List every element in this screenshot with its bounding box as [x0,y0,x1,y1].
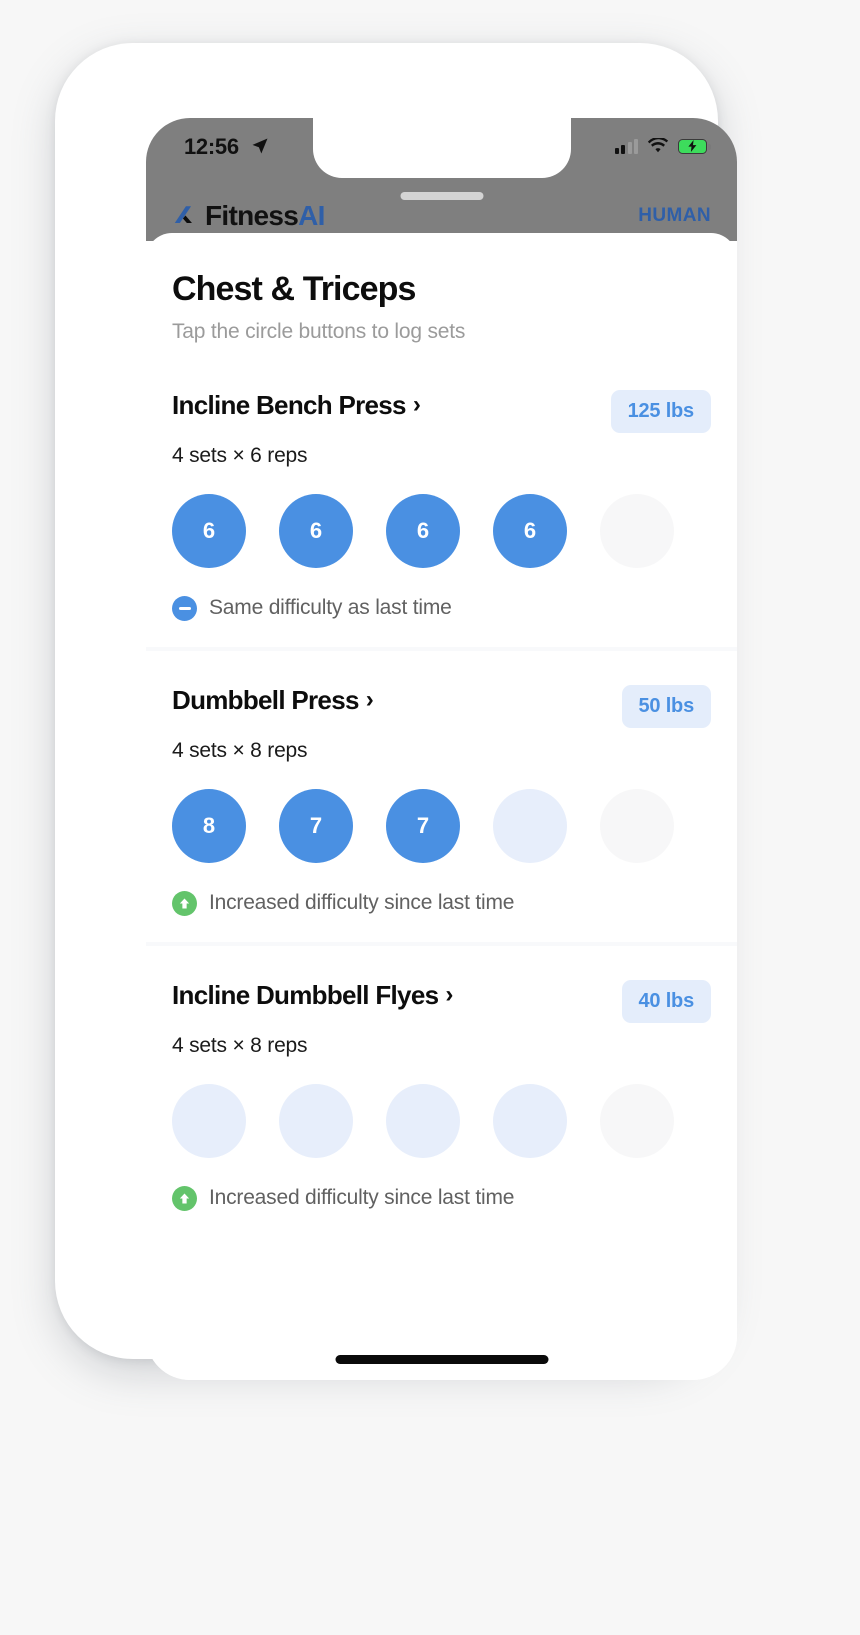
difficulty-row: Increased difficulty since last time [172,890,711,916]
status-header-band: 12:56 FitnessAI HUMAN [146,118,737,241]
exercise-name-link[interactable]: Dumbbell Press › [172,684,374,716]
weight-badge[interactable]: 125 lbs [610,389,711,433]
phone-device-frame: 12:56 FitnessAI HUMAN Chest & Triceps Ta… [55,43,737,1380]
exercise-card: Dumbbell Press › 50 lbs 4 sets × 8 reps … [146,646,737,942]
arrow-up-circle-icon [172,1185,197,1211]
set-button-extra[interactable] [600,788,674,863]
difficulty-text: Increased difficulty since last time [209,891,515,915]
page-title: Chest & Triceps [172,270,416,308]
human-label[interactable]: HUMAN [638,205,711,227]
difficulty-row: Increased difficulty since last time [172,1185,711,1211]
set-button-extra[interactable] [600,1083,674,1158]
status-time: 12:56 [184,134,239,159]
exercise-name: Incline Dumbbell Flyes [172,979,439,1010]
set-button[interactable] [493,788,567,863]
phone-screen: 12:56 FitnessAI HUMAN Chest & Triceps Ta… [146,118,737,1380]
app-brand: FitnessAI [172,200,325,232]
exercise-name: Incline Bench Press [172,389,407,420]
set-button[interactable]: 6 [279,493,353,568]
chevron-right-icon: › [365,686,374,714]
weight-badge[interactable]: 50 lbs [621,684,711,728]
set-button[interactable] [172,1083,246,1158]
wifi-icon [647,138,669,153]
brand-primary: Fitness [205,200,299,231]
arrow-up-circle-icon [172,890,197,916]
content-sheet: Chest & Triceps Tap the circle buttons t… [146,233,737,1380]
exercise-meta: 4 sets × 8 reps [172,1033,308,1057]
set-buttons-row: 6 6 6 6 [172,493,711,568]
exercise-name: Dumbbell Press [172,684,359,715]
set-button[interactable]: 6 [493,493,567,568]
cellular-signal-icon [614,138,638,154]
difficulty-text: Same difficulty as last time [209,596,452,620]
exercise-name-link[interactable]: Incline Bench Press › [172,389,421,421]
set-button[interactable]: 8 [172,788,246,863]
exercise-header: Incline Bench Press › 125 lbs [172,389,711,433]
status-bar: 12:56 [146,118,737,178]
brand-accent: AI [298,200,325,231]
status-indicators [614,138,711,154]
set-buttons-row [172,1083,711,1158]
difficulty-row: Same difficulty as last time [172,595,711,621]
battery-charging-icon [678,138,711,154]
app-brand-text: FitnessAI [205,200,325,232]
exercise-meta: 4 sets × 8 reps [172,738,308,762]
app-header: FitnessAI HUMAN [146,178,737,241]
exercise-name-link[interactable]: Incline Dumbbell Flyes › [172,980,453,1011]
fitnessai-logo-icon [174,206,192,223]
set-button[interactable] [493,1083,567,1158]
set-button[interactable]: 7 [386,788,460,863]
exercise-card: Incline Bench Press › 125 lbs 4 sets × 6… [146,343,737,647]
home-indicator[interactable] [335,1355,548,1364]
set-button[interactable]: 6 [172,493,246,568]
set-button[interactable]: 7 [279,788,353,863]
set-button[interactable]: 6 [386,493,460,568]
page-header: Chest & Triceps Tap the circle buttons t… [146,233,737,344]
exercise-header: Incline Dumbbell Flyes › 40 lbs [172,979,711,1023]
set-button[interactable] [386,1083,460,1158]
minus-circle-icon [172,595,197,621]
exercise-header: Dumbbell Press › 50 lbs [172,684,711,728]
drag-handle[interactable] [400,192,483,200]
chevron-right-icon: › [445,981,453,1009]
chevron-right-icon: › [412,391,421,419]
exercise-card: Incline Dumbbell Flyes › 40 lbs 4 sets ×… [146,941,737,1237]
page-subtitle: Tap the circle buttons to log sets [172,319,466,343]
exercise-meta: 4 sets × 6 reps [172,443,308,467]
weight-badge[interactable]: 40 lbs [621,979,711,1023]
set-buttons-row: 8 7 7 [172,788,711,863]
difficulty-text: Increased difficulty since last time [209,1186,515,1210]
location-arrow-icon [252,138,268,154]
set-button-extra[interactable] [600,493,674,568]
set-button[interactable] [279,1083,353,1158]
